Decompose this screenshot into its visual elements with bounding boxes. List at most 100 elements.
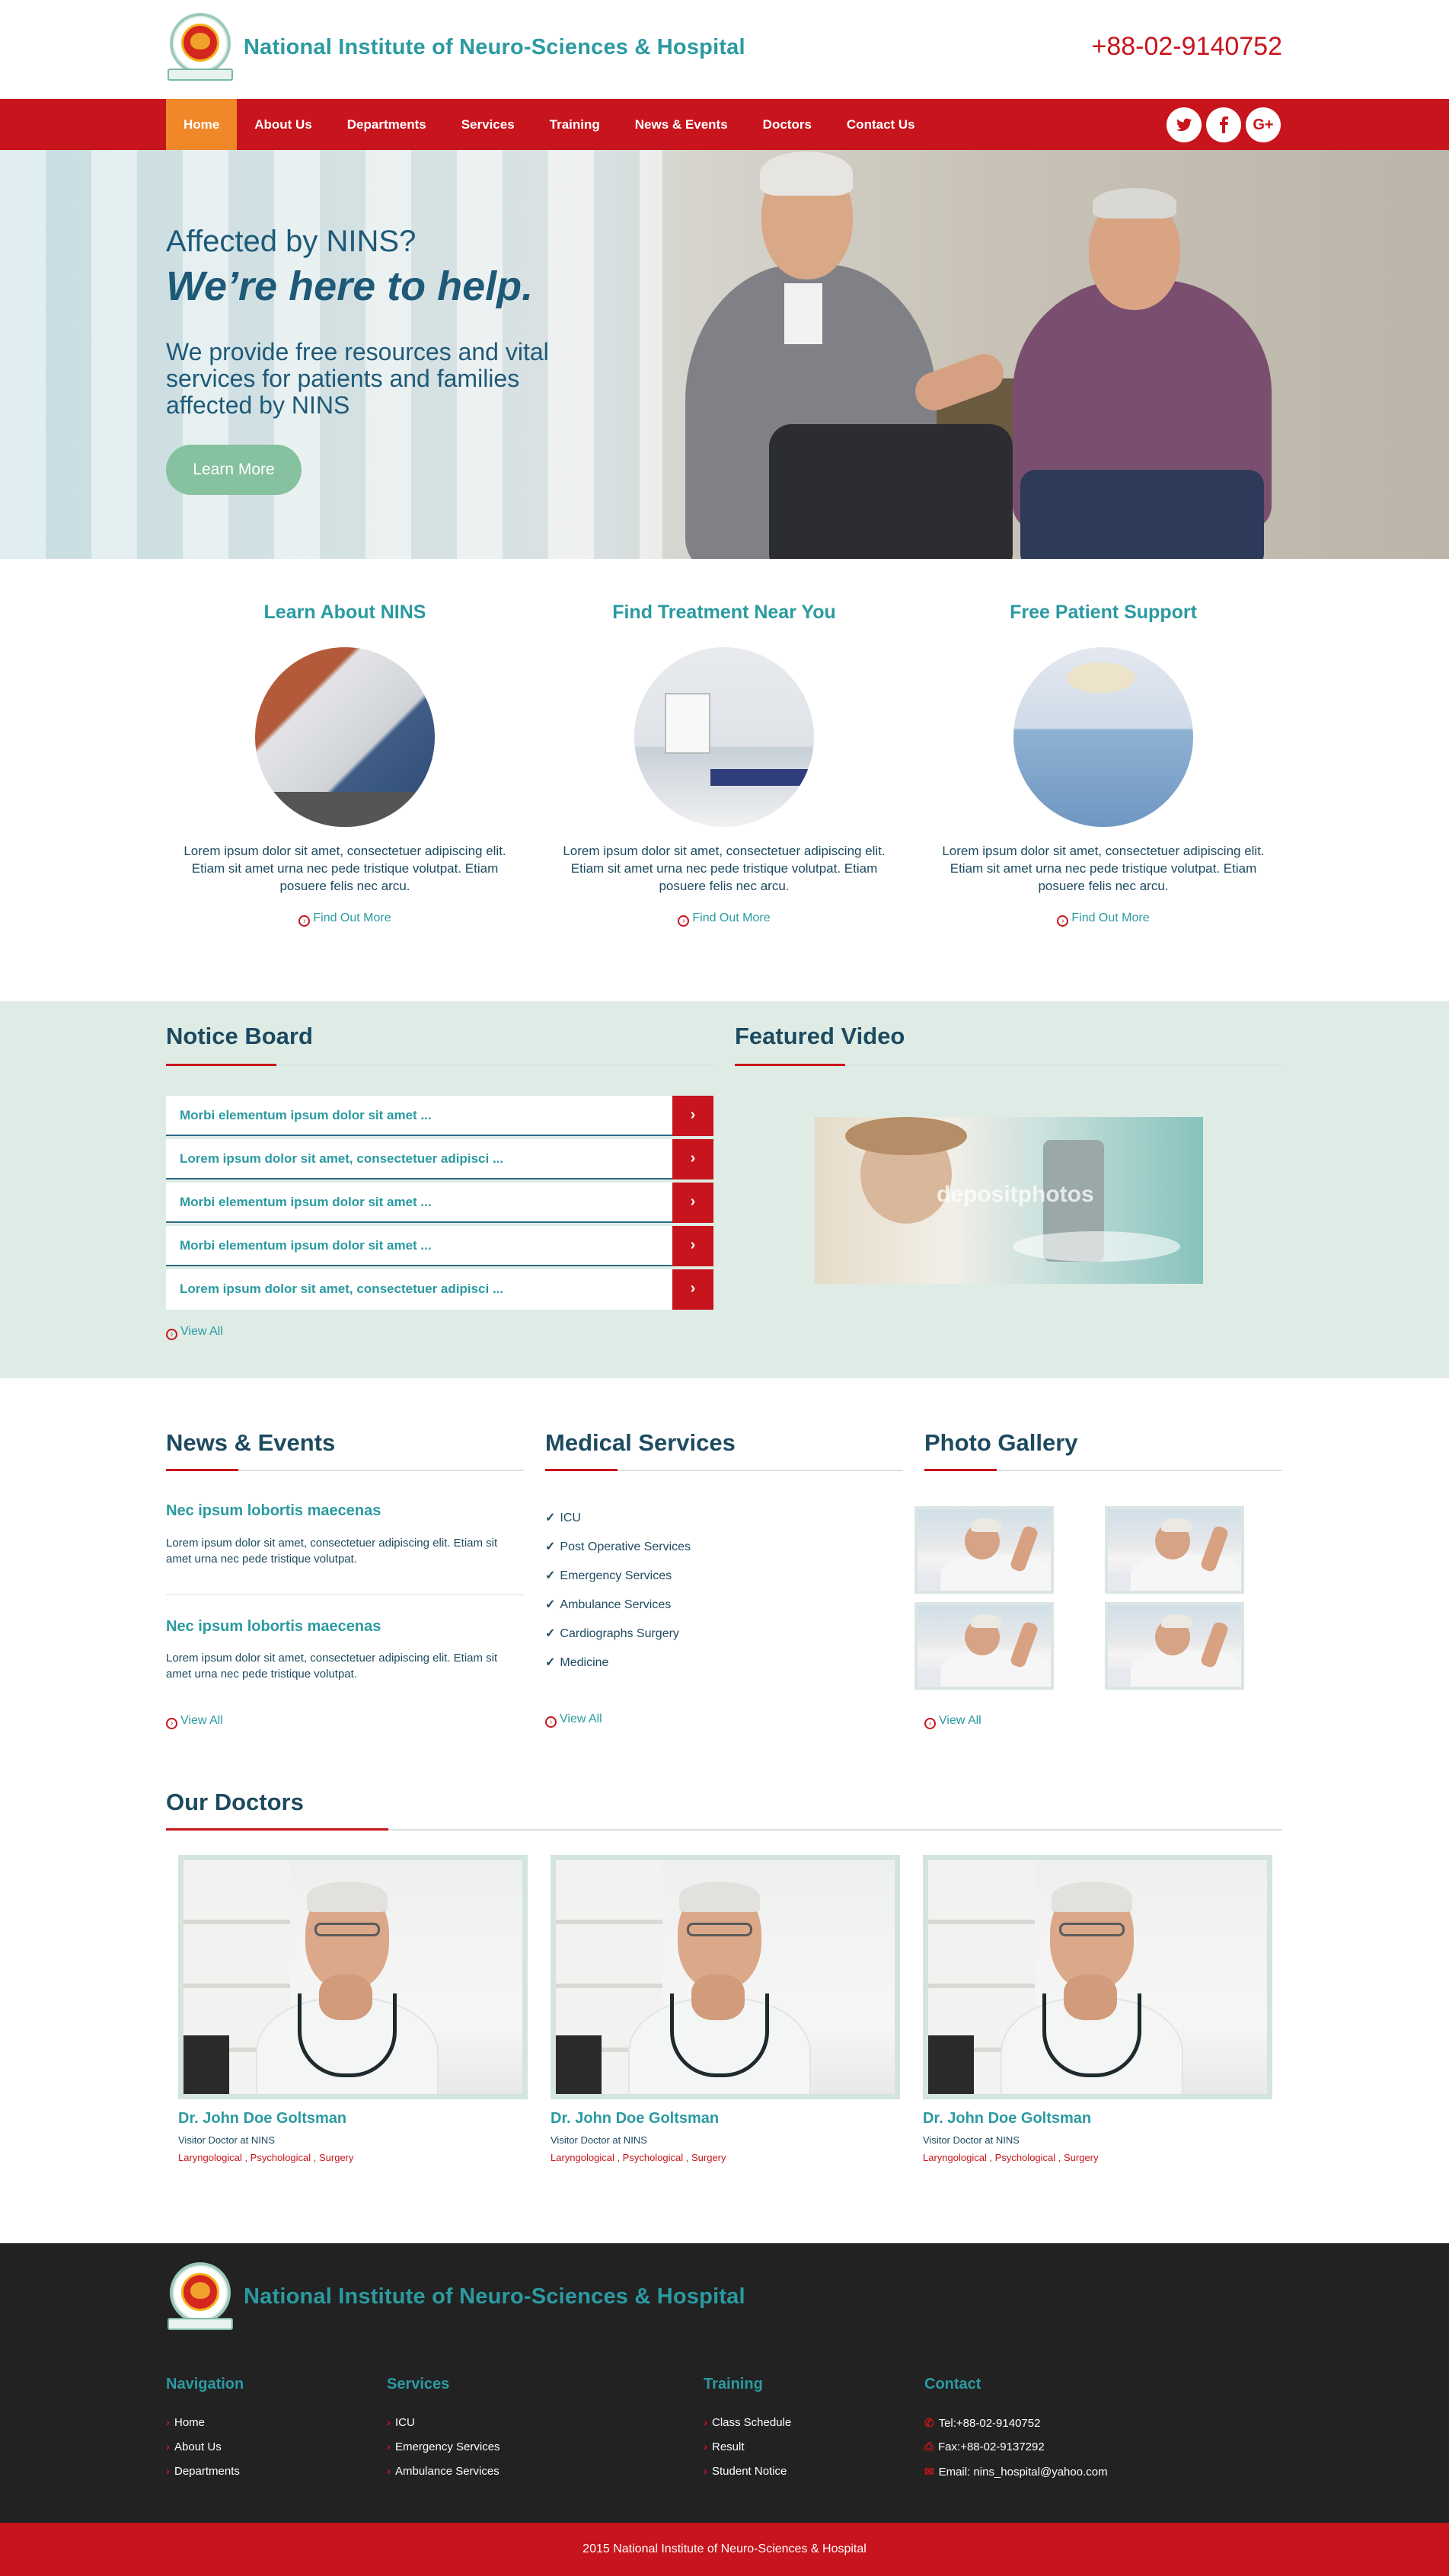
chevron-right-icon[interactable]: › <box>672 1096 713 1136</box>
doctor-name[interactable]: Dr. John Doe Goltsman <box>551 2110 900 2128</box>
chevron-right-icon[interactable]: › <box>672 1226 713 1266</box>
check-icon: ✓ <box>545 1540 556 1553</box>
footer-logo[interactable] <box>166 2258 235 2335</box>
notice-item[interactable]: Lorem ipsum dolor sit amet, consectetuer… <box>166 1139 713 1179</box>
photo-gallery-title: Photo Gallery <box>924 1429 1078 1456</box>
footer-contact-item[interactable]: ✉ Email: nins_hospital@yahoo.com <box>924 2465 1108 2479</box>
doctor-photo[interactable] <box>178 1855 528 2099</box>
gallery-thumb[interactable] <box>1105 1602 1244 1690</box>
footer-col-title: Contact <box>924 2376 981 2392</box>
news-item-title[interactable]: Nec ipsum lobortis maecenas <box>166 1502 381 1520</box>
nav-training[interactable]: Training <box>532 99 618 150</box>
find-out-more-link[interactable]: › Find Out More <box>1057 911 1150 927</box>
services-title-rule <box>545 1469 903 1471</box>
doctor-role: Visitor Doctor at NINS <box>178 2134 275 2146</box>
footer-link[interactable]: › Departments <box>166 2465 240 2478</box>
footer-link[interactable]: › Ambulance Services <box>387 2465 499 2478</box>
feature-text: Lorem ipsum dolor sit amet, consectetuer… <box>184 844 506 893</box>
footer-contact-item: ✆ Tel:+88-02-9140752 <box>924 2417 1041 2430</box>
surgery-photo <box>1013 647 1193 827</box>
nav-contact-us[interactable]: Contact Us <box>829 99 933 150</box>
find-out-more-link[interactable]: › Find Out More <box>678 911 771 927</box>
doctor-photo[interactable] <box>551 1855 900 2099</box>
service-item[interactable]: ✓ Ambulance Services <box>545 1597 671 1612</box>
services-view-all-link[interactable]: › View All <box>545 1713 602 1728</box>
footer-link[interactable]: › Result <box>704 2440 745 2453</box>
feature-title[interactable]: Free Patient Support <box>927 602 1279 647</box>
news-item-title[interactable]: Nec ipsum lobortis maecenas <box>166 1618 381 1636</box>
nav-home[interactable]: Home <box>166 99 238 150</box>
footer-link[interactable]: › Student Notice <box>704 2465 787 2478</box>
service-item[interactable]: ✓ Post Operative Services <box>545 1539 691 1554</box>
doctor-name[interactable]: Dr. John Doe Goltsman <box>178 2110 528 2128</box>
chevron-right-icon[interactable]: › <box>672 1139 713 1179</box>
nav-doctors[interactable]: Doctors <box>745 99 829 150</box>
doctors-title-rule <box>166 1828 1282 1831</box>
news-item-text: Lorem ipsum dolor sit amet, consectetuer… <box>166 1537 498 1566</box>
twitter-icon[interactable] <box>1167 107 1202 142</box>
arrow-circle-icon: › <box>924 1718 936 1729</box>
feature-text: Lorem ipsum dolor sit amet, consectetuer… <box>942 844 1265 893</box>
footer-link[interactable]: › ICU <box>387 2416 415 2429</box>
footer-col-title: Navigation <box>166 2376 244 2392</box>
find-out-more-link[interactable]: › Find Out More <box>298 911 391 927</box>
service-item[interactable]: ✓ Emergency Services <box>545 1568 672 1583</box>
main-nav: Home About Us Departments Services Train… <box>0 99 1449 150</box>
service-item[interactable]: ✓ ICU <box>545 1510 581 1525</box>
envelope-icon: ✉ <box>924 2466 934 2479</box>
nins-logo[interactable] <box>166 9 235 85</box>
feature-title[interactable]: Learn About NINS <box>169 602 521 647</box>
notice-item[interactable]: Lorem ipsum dolor sit amet, consectetuer… <box>166 1269 713 1310</box>
news-divider <box>166 1594 524 1595</box>
doctor-role: Visitor Doctor at NINS <box>551 2134 647 2146</box>
footer-link[interactable]: › Class Schedule <box>704 2416 791 2429</box>
doctor-role: Visitor Doctor at NINS <box>923 2134 1020 2146</box>
gallery-thumb[interactable] <box>914 1506 1054 1594</box>
google-plus-icon[interactable]: G+ <box>1246 107 1281 142</box>
learn-more-button[interactable]: Learn More <box>166 445 302 495</box>
service-item[interactable]: ✓ Cardiographs Surgery <box>545 1626 679 1641</box>
featured-video-player[interactable]: depositphotos <box>815 1117 1203 1284</box>
video-watermark: depositphotos <box>937 1182 1094 1207</box>
facebook-icon[interactable] <box>1206 107 1241 142</box>
notice-item[interactable]: Morbi elementum ipsum dolor sit amet ...… <box>166 1226 713 1266</box>
nav-departments[interactable]: Departments <box>330 99 444 150</box>
chevron-right-icon[interactable]: › <box>672 1269 713 1310</box>
footer-link[interactable]: › About Us <box>166 2440 222 2453</box>
gallery-thumb[interactable] <box>914 1602 1054 1690</box>
news-title-rule <box>166 1469 524 1471</box>
site-header: National Institute of Neuro-Sciences & H… <box>0 0 1449 99</box>
footer-link[interactable]: › Emergency Services <box>387 2440 500 2453</box>
doctor-specialties[interactable]: Laryngological , Psychological , Surgery <box>178 2152 528 2163</box>
gallery-view-all-link[interactable]: › View All <box>924 1714 981 1729</box>
news-view-all-link[interactable]: › View All <box>166 1714 223 1729</box>
hero-photo <box>662 150 1449 559</box>
nav-news-events[interactable]: News & Events <box>618 99 745 150</box>
medical-services-title: Medical Services <box>545 1429 736 1456</box>
arrow-circle-icon: › <box>545 1716 557 1728</box>
feature-title[interactable]: Find Treatment Near You <box>548 602 900 647</box>
doctor-name[interactable]: Dr. John Doe Goltsman <box>923 2110 1272 2128</box>
nav-services[interactable]: Services <box>444 99 532 150</box>
notice-item[interactable]: Morbi elementum ipsum dolor sit amet ...… <box>166 1096 713 1136</box>
service-item[interactable]: ✓ Medicine <box>545 1655 608 1670</box>
doctor-specialties[interactable]: Laryngological , Psychological , Surgery <box>923 2152 1272 2163</box>
chevron-right-icon[interactable]: › <box>672 1183 713 1223</box>
doctor-photo[interactable] <box>923 1855 1272 2099</box>
chevron-right-icon: › <box>704 2465 707 2478</box>
fax-icon: ⎙ <box>924 2440 934 2453</box>
doctor-card: Dr. John Doe Goltsman Visitor Doctor at … <box>178 1855 528 2163</box>
gallery-thumb[interactable] <box>1105 1506 1244 1594</box>
arrow-circle-icon: › <box>166 1329 177 1340</box>
doctor-specialties[interactable]: Laryngological , Psychological , Surgery <box>551 2152 900 2163</box>
check-icon: ✓ <box>545 1598 556 1611</box>
notice-item[interactable]: Morbi elementum ipsum dolor sit amet ...… <box>166 1183 713 1223</box>
site-footer: National Institute of Neuro-Sciences & H… <box>0 2243 1449 2523</box>
hero-headline: We’re here to help. <box>166 263 534 309</box>
notice-view-all-link[interactable]: › View All <box>166 1325 223 1340</box>
news-item-text: Lorem ipsum dolor sit amet, consectetuer… <box>166 1652 498 1681</box>
treatment-room-photo <box>634 647 814 827</box>
footer-link[interactable]: › Home <box>166 2416 205 2429</box>
nav-about-us[interactable]: About Us <box>237 99 330 150</box>
site-title[interactable]: National Institute of Neuro-Sciences & H… <box>244 35 745 60</box>
